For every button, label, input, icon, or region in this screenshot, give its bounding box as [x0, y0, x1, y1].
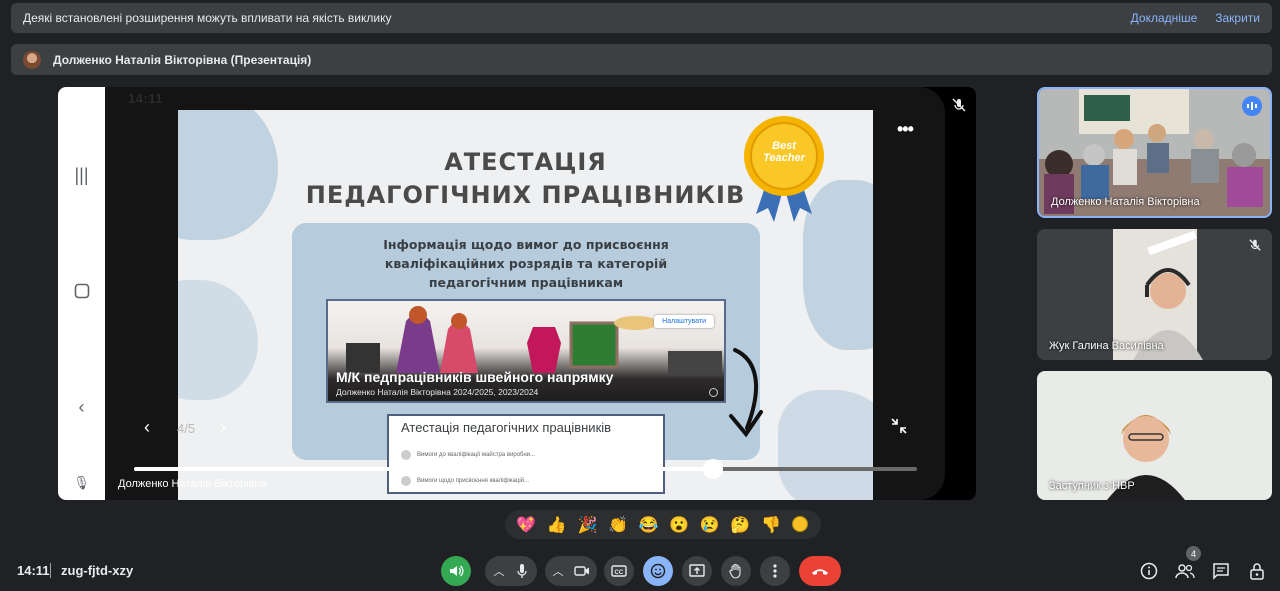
reaction-clap[interactable]: 👏 — [608, 515, 628, 535]
speaking-indicator-icon — [1242, 96, 1262, 116]
badge-text: Best Teacher — [763, 140, 805, 164]
emoji-icon — [650, 563, 666, 579]
audio-button[interactable] — [441, 556, 471, 586]
phone-nav-bar: ||| ‹ 🎙 — [58, 87, 105, 500]
back-icon: ‹ — [78, 397, 85, 417]
participant-name: Жук Галина Василівна — [1049, 340, 1164, 352]
attestation-box: Атестація педагогічних працівників Вимог… — [387, 414, 665, 494]
phone-status-time: 14:11 — [128, 91, 164, 106]
skin-tone-selector[interactable] — [792, 516, 808, 532]
participant-tile[interactable]: Заступник з НВР — [1037, 371, 1272, 500]
chevron-up-icon[interactable]: ︿ — [494, 563, 505, 579]
card-edit-button: Налаштувати — [654, 315, 714, 328]
hand-icon — [729, 563, 741, 579]
recent-apps-icon: ||| — [74, 165, 89, 185]
participant-tile[interactable]: Долженко Наталія Вікторівна — [1037, 87, 1272, 218]
slide-progress-slider[interactable] — [134, 459, 917, 479]
reaction-heart[interactable]: 💖 — [516, 515, 536, 535]
captions-button[interactable]: CC — [604, 556, 634, 586]
next-slide-button[interactable]: › — [220, 417, 226, 438]
course-card: Налаштувати М/К педпрацівників швейного … — [326, 299, 726, 403]
camera-icon — [573, 566, 589, 576]
present-screen-button[interactable] — [682, 556, 712, 586]
svg-text:CC: CC — [615, 570, 624, 576]
extensions-notice-bar: Деякі встановлені розширення можуть впли… — [11, 3, 1272, 33]
presenter-bar: Долженко Наталія Вікторівна (Презентація… — [11, 44, 1272, 75]
participant-name: Заступник з НВР — [1049, 480, 1135, 492]
meeting-info-icon[interactable] — [1138, 560, 1160, 582]
microphone-icon — [516, 564, 527, 578]
reaction-thumbs-down[interactable]: 👎 — [761, 515, 781, 535]
people-icon[interactable] — [1174, 560, 1196, 582]
home-icon — [58, 283, 105, 304]
present-screen-icon — [689, 564, 705, 577]
reactions-button[interactable] — [643, 556, 673, 586]
participant-tile[interactable]: Жук Галина Василівна — [1037, 229, 1272, 360]
arrow-icon — [729, 348, 763, 438]
notice-details-link[interactable]: Докладніше — [1131, 11, 1198, 25]
more-options-icon[interactable]: ••• — [897, 119, 914, 140]
card-subtitle: Долженко Наталія Вікторівна 2024/2025, 2… — [336, 387, 539, 397]
raise-hand-button[interactable] — [721, 556, 751, 586]
row-icon — [401, 450, 411, 460]
previous-slide-button[interactable]: ‹ — [144, 417, 150, 438]
info-line-2: кваліфікаційних розрядів та категорій — [384, 256, 668, 271]
captions-icon: CC — [611, 565, 627, 577]
exit-fullscreen-icon[interactable] — [890, 417, 908, 440]
reaction-thinking[interactable]: 🤔 — [730, 515, 750, 535]
microphone-button[interactable]: ︿ — [485, 556, 537, 586]
host-controls-icon[interactable] — [1246, 560, 1268, 582]
reaction-thumbs-up[interactable]: 👍 — [547, 515, 567, 535]
chat-icon[interactable] — [1210, 560, 1232, 582]
reaction-surprised[interactable]: 😮 — [669, 515, 689, 535]
attestation-row-text: Вимоги щодо присвоєння кваліфікацій... — [417, 478, 530, 484]
slide-counter: 4/5 — [177, 421, 196, 436]
row-icon — [401, 476, 411, 486]
divider — [50, 563, 51, 578]
info-line-3: педагогічним працівникам — [428, 275, 624, 290]
info-line-1: Інформація щодо вимог до присвоєння — [383, 237, 669, 252]
best-teacher-badge: Best Teacher — [738, 114, 830, 224]
phone-mic-icon: 🎙 — [73, 475, 90, 490]
muted-mic-icon — [1248, 238, 1262, 257]
end-call-button[interactable] — [799, 556, 841, 586]
presenter-label: Долженко Наталія Вікторівна (Презентація… — [53, 52, 312, 67]
presentation-stage[interactable]: ||| ‹ 🎙 14:11 АТЕСТАЦІЯ ПЕДАГОГІЧНИХ ПРА… — [58, 87, 976, 500]
slide-progress-fill — [134, 467, 714, 471]
camera-button[interactable]: ︿ — [545, 556, 597, 586]
more-vert-icon — [773, 564, 777, 578]
chevron-up-icon[interactable]: ︿ — [553, 563, 564, 579]
stage-participant-name: Долженко Наталія Вікторівна — [118, 478, 267, 490]
slide-decoration — [178, 280, 258, 400]
attestation-row: Вимоги до кваліфікації майстра виробни..… — [401, 446, 651, 464]
slide: АТЕСТАЦІЯ ПЕДАГОГІЧНИХ ПРАЦІВНИКІВ Best … — [178, 110, 873, 500]
speaker-icon — [450, 565, 464, 577]
reaction-sad[interactable]: 😢 — [700, 515, 720, 535]
attestation-title: Атестація педагогічних працівників — [401, 420, 612, 435]
reaction-laugh[interactable]: 😂 — [639, 515, 659, 535]
hang-up-icon — [812, 569, 828, 575]
meeting-code: zug-fjtd-xzy — [61, 563, 134, 578]
presenter-avatar — [23, 50, 41, 69]
more-options-button[interactable] — [760, 556, 790, 586]
notice-message: Деякі встановлені розширення можуть впли… — [23, 11, 392, 25]
clock: 14:11 — [17, 563, 50, 578]
muted-mic-icon — [951, 97, 967, 113]
notice-close-link[interactable]: Закрити — [1215, 11, 1260, 25]
card-title: М/К педпрацівників швейного напрямку — [336, 369, 614, 385]
attestation-row: Вимоги щодо присвоєння кваліфікацій... — [401, 472, 651, 490]
slide-decoration — [778, 390, 873, 500]
attestation-row-text: Вимоги до кваліфікації майстра виробни..… — [417, 452, 536, 458]
participant-count-badge: 4 — [1186, 546, 1201, 561]
reaction-party[interactable]: 🎉 — [577, 515, 597, 535]
reactions-bar: 💖 👍 🎉 👏 😂 😮 😢 🤔 👎 — [505, 510, 821, 539]
participant-name: Долженко Наталія Вікторівна — [1051, 196, 1200, 208]
